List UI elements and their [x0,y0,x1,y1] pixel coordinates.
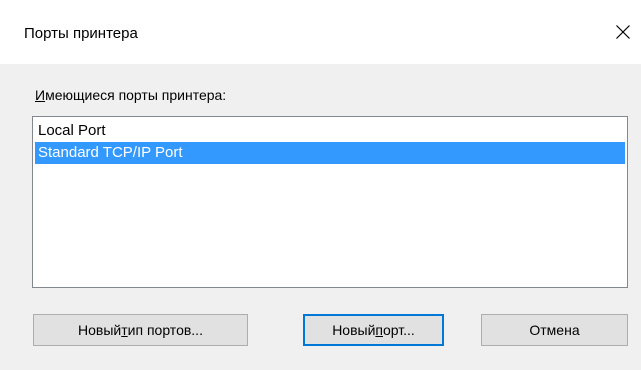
list-item-standard-tcpip-port[interactable]: Standard TCP/IP Port [35,142,625,164]
cancel-button[interactable]: Отмена [481,314,628,346]
title-bar: Порты принтера [0,0,641,64]
ports-listbox[interactable]: Local Port Standard TCP/IP Port [32,116,628,288]
new-port-button[interactable]: Новый п орт... [303,314,444,346]
available-ports-label: Имеющиеся порты принтера: [35,87,227,103]
close-button[interactable] [605,12,641,52]
printer-ports-dialog: Порты принтера Имеющиеся порты принтера:… [0,0,641,370]
new-port-type-button[interactable]: Новый т ип портов... [33,314,248,346]
close-x-icon [616,25,630,39]
dialog-title: Порты принтера [24,25,138,42]
list-item-local-port[interactable]: Local Port [35,120,625,142]
